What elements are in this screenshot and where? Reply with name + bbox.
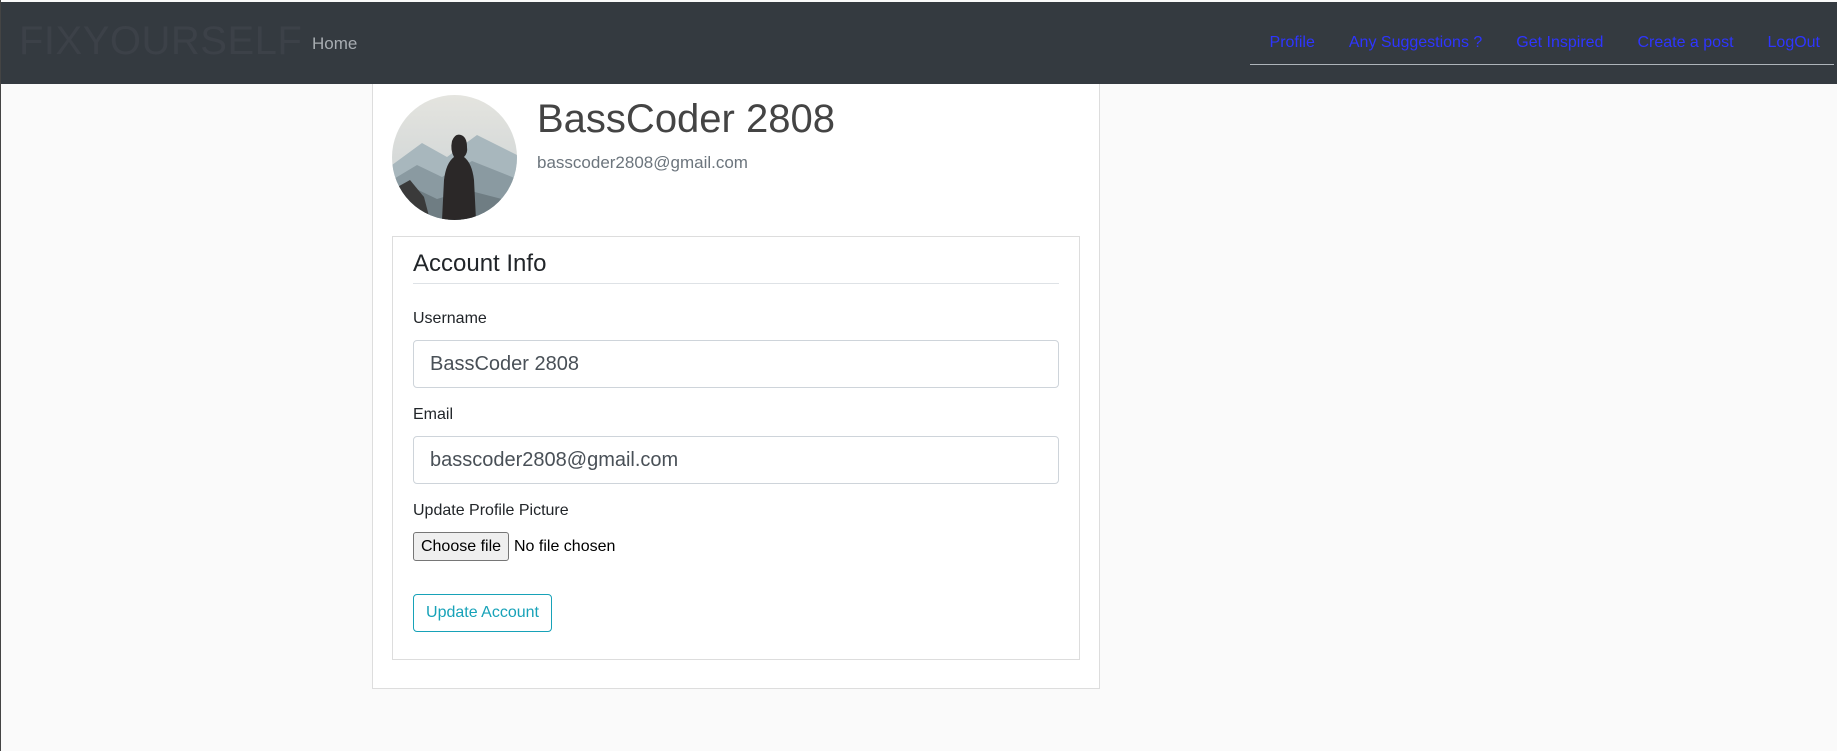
nav-get-inspired-link[interactable]: Get Inspired: [1516, 34, 1603, 64]
nav-logout-link[interactable]: LogOut: [1768, 34, 1820, 64]
username-input[interactable]: [413, 340, 1059, 388]
nav-right-links: Profile Any Suggestions ? Get Inspired C…: [1270, 34, 1837, 64]
file-status-text: No file chosen: [514, 538, 616, 555]
top-navbar: FIXYOURSELF Home Profile Any Suggestions…: [1, 2, 1837, 84]
brand-logo[interactable]: FIXYOURSELF: [19, 19, 302, 64]
profile-username-heading: BassCoder 2808: [537, 97, 835, 141]
nav-suggestions-link[interactable]: Any Suggestions ?: [1349, 34, 1482, 64]
email-label: Email: [413, 406, 454, 423]
profile-email-text: basscoder2808@gmail.com: [537, 153, 748, 172]
nav-divider: [1250, 64, 1834, 65]
update-account-button[interactable]: Update Account: [413, 594, 552, 632]
legend-divider: [413, 283, 1059, 284]
nav-create-post-link[interactable]: Create a post: [1637, 34, 1733, 64]
avatar-image: [392, 95, 517, 220]
nav-profile-link[interactable]: Profile: [1270, 34, 1315, 64]
profile-avatar: [392, 95, 517, 220]
nav-home-link[interactable]: Home: [312, 34, 357, 54]
username-label: Username: [413, 310, 487, 327]
account-info-legend: Account Info: [413, 250, 547, 277]
email-input[interactable]: [413, 436, 1059, 484]
choose-file-button[interactable]: Choose file: [413, 532, 509, 561]
profile-picture-label: Update Profile Picture: [413, 502, 569, 519]
